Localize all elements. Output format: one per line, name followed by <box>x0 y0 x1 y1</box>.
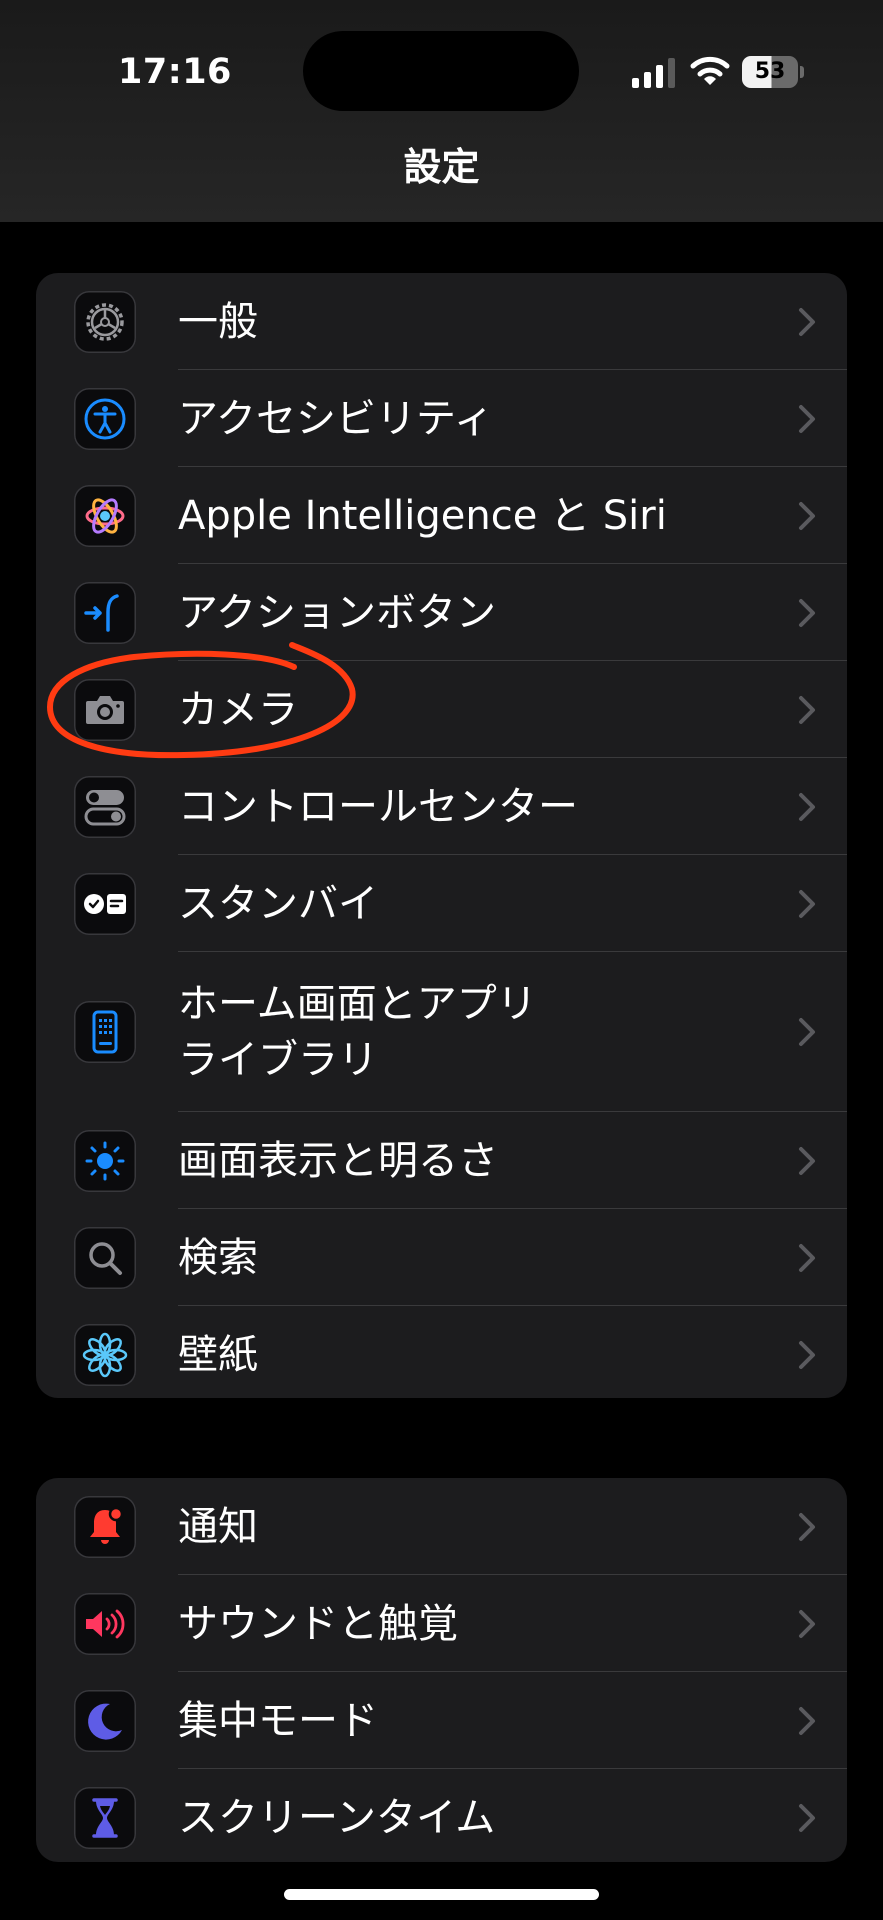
speaker-icon <box>74 1592 136 1655</box>
status-and-nav-header: 17:16 53 設定 <box>0 0 883 222</box>
settings-row-apple-intelligence-siri[interactable]: Apple Intelligence と Siri <box>36 467 847 564</box>
settings-row-label: スタンバイ <box>178 880 378 927</box>
settings-row-label: サウンドと触覚 <box>178 1600 458 1647</box>
settings-row-label: コントロールセンター <box>178 783 578 830</box>
settings-row-action-button[interactable]: アクションボタン <box>36 564 847 661</box>
page-title: 設定 <box>403 145 480 189</box>
action-button-icon <box>74 581 136 644</box>
settings-row-display-brightness[interactable]: 画面表示と明るさ <box>36 1112 847 1209</box>
settings-row-search[interactable]: 検索 <box>36 1209 847 1306</box>
home-indicator[interactable] <box>284 1889 599 1900</box>
chevron-right-icon <box>799 1340 815 1369</box>
settings-row-label: ホーム画面とアプリ ライブラリ <box>178 976 537 1088</box>
chevron-right-icon <box>799 1609 815 1638</box>
chevron-right-icon <box>799 695 815 724</box>
cellular-signal-icon <box>632 58 675 88</box>
settings-row-standby[interactable]: スタンバイ <box>36 855 847 952</box>
settings-row-general[interactable]: 一般 <box>36 273 847 370</box>
settings-row-label: 検索 <box>178 1234 258 1281</box>
battery-level: 53 <box>754 59 786 84</box>
settings-row-wallpaper[interactable]: 壁紙 <box>36 1306 847 1398</box>
settings-row-screen-time[interactable]: スクリーンタイム <box>36 1769 847 1862</box>
settings-row-label: 画面表示と明るさ <box>178 1137 498 1184</box>
settings-row-label: 一般 <box>178 298 258 345</box>
chevron-right-icon <box>799 889 815 918</box>
dynamic-island <box>303 31 579 111</box>
settings-group-notifications: 通知 サウンドと触覚 集中モード スクリーンタイム <box>36 1478 847 1862</box>
wifi-icon <box>690 56 730 85</box>
apple-intelligence-icon <box>74 484 136 547</box>
settings-row-focus[interactable]: 集中モード <box>36 1672 847 1769</box>
chevron-right-icon <box>799 1512 815 1541</box>
notification-bell-icon <box>74 1495 136 1558</box>
chevron-right-icon <box>799 1146 815 1175</box>
chevron-right-icon <box>799 307 815 336</box>
chevron-right-icon <box>799 404 815 433</box>
chevron-right-icon <box>799 598 815 627</box>
settings-row-label: 通知 <box>178 1503 258 1550</box>
settings-row-label: アクションボタン <box>178 589 496 636</box>
settings-row-home-screen-app-library[interactable]: ホーム画面とアプリ ライブラリ <box>36 952 847 1112</box>
settings-row-accessibility[interactable]: アクセシビリティ <box>36 370 847 467</box>
settings-row-label: アクセシビリティ <box>178 395 494 442</box>
standby-icon <box>74 872 136 935</box>
accessibility-icon <box>74 387 136 450</box>
label-line-1: ホーム画面とアプリ <box>178 981 537 1027</box>
brightness-icon <box>74 1129 136 1192</box>
status-time: 17:16 <box>118 52 232 92</box>
chevron-right-icon <box>799 1803 815 1832</box>
wallpaper-flower-icon <box>74 1323 136 1386</box>
settings-row-label: カメラ <box>178 686 298 733</box>
settings-row-label: 壁紙 <box>178 1331 258 1378</box>
chevron-right-icon <box>799 1018 815 1046</box>
settings-row-control-center[interactable]: コントロールセンター <box>36 758 847 855</box>
gear-icon <box>74 290 136 353</box>
search-icon <box>74 1226 136 1289</box>
settings-group-general: 一般 アクセシビリティ Apple Intelligence と Siri アク… <box>36 273 847 1398</box>
chevron-right-icon <box>799 792 815 821</box>
settings-row-label: 集中モード <box>178 1697 378 1744</box>
settings-row-label: スクリーンタイム <box>178 1794 496 1841</box>
home-screen-icon <box>74 1001 136 1063</box>
settings-row-sounds-haptics[interactable]: サウンドと触覚 <box>36 1575 847 1672</box>
chevron-right-icon <box>799 1243 815 1272</box>
chevron-right-icon <box>799 501 815 530</box>
settings-row-camera[interactable]: カメラ <box>36 661 847 758</box>
moon-icon <box>74 1689 136 1752</box>
settings-row-label: Apple Intelligence と Siri <box>178 492 667 539</box>
hourglass-icon <box>74 1786 136 1849</box>
battery-indicator: 53 <box>742 56 804 88</box>
camera-icon <box>74 678 136 741</box>
chevron-right-icon <box>799 1706 815 1735</box>
label-line-2: ライブラリ <box>178 1037 378 1083</box>
settings-row-notifications[interactable]: 通知 <box>36 1478 847 1575</box>
control-center-icon <box>74 775 136 838</box>
